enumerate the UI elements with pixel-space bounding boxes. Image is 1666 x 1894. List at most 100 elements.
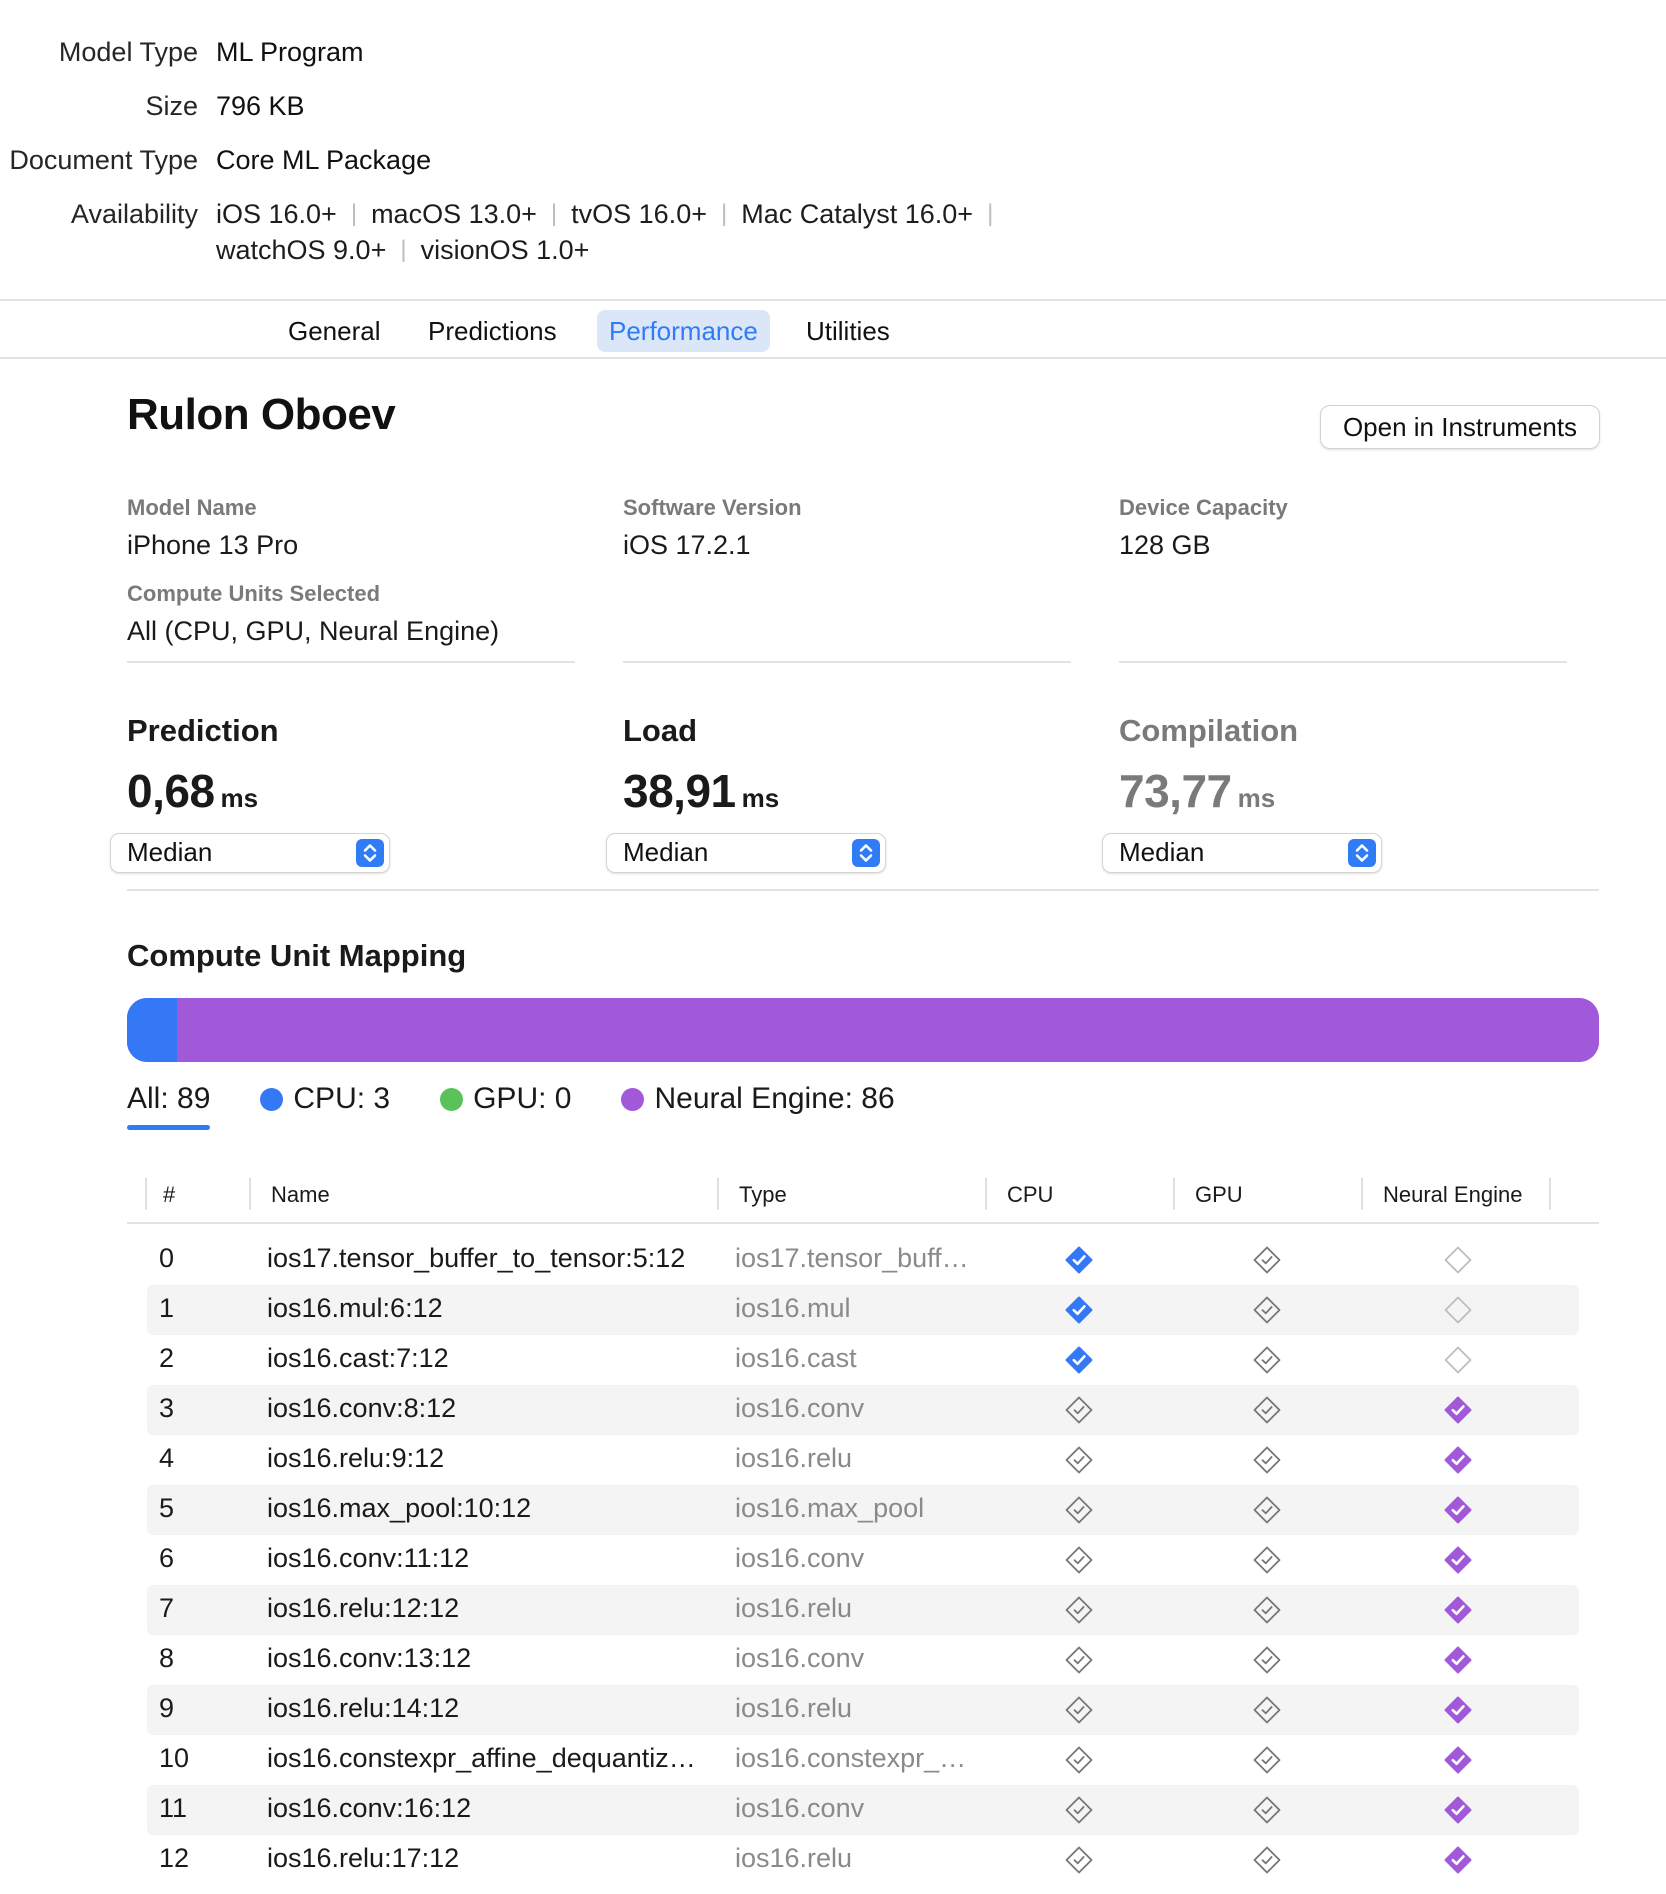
table-header-divider — [127, 1222, 1599, 1224]
separator: | — [550, 200, 558, 227]
row-name: ios16.conv:11:12 — [267, 1543, 470, 1573]
gpu-supported-diamond-icon — [1252, 1595, 1282, 1625]
table-row[interactable]: 7 ios16.relu:12:12 ios16.relu — [147, 1585, 1579, 1635]
gpu-supported-diamond-icon — [1252, 1245, 1282, 1275]
software-version-label: Software Version — [623, 495, 802, 520]
gpu-supported-diamond-icon — [1252, 1845, 1282, 1875]
table-row[interactable]: 10 ios16.constexpr_affine_dequantiz… ios16… — [147, 1735, 1579, 1785]
cpu-supported-diamond-icon — [1064, 1595, 1094, 1625]
cpu-supported-diamond-icon — [1064, 1395, 1094, 1425]
table-row[interactable]: 8 ios16.conv:13:12 ios16.conv — [147, 1635, 1579, 1685]
page-title: Rulon Oboev — [127, 390, 396, 439]
row-type: ios16.relu — [735, 1443, 853, 1473]
row-name: ios16.conv:13:12 — [267, 1643, 472, 1673]
row-name: ios16.constexpr_affine_dequantiz… — [267, 1743, 696, 1773]
filter-gpu-label: GPU: 0 — [473, 1082, 572, 1115]
column-header-name[interactable]: Name — [271, 1182, 330, 1208]
cpu-segment — [127, 998, 177, 1062]
row-type: ios16.cast — [735, 1343, 857, 1373]
row-name: ios16.relu:9:12 — [267, 1443, 445, 1473]
filter-neural-engine[interactable]: Neural Engine: 86 — [621, 1082, 895, 1116]
column-header-cpu[interactable]: CPU — [1007, 1182, 1053, 1208]
column-header-type[interactable]: Type — [739, 1182, 787, 1208]
column-header-index[interactable]: # — [163, 1182, 175, 1208]
filter-gpu[interactable]: GPU: 0 — [440, 1082, 571, 1116]
column-separator — [985, 1178, 987, 1210]
compilation-number: 73,77 — [1119, 765, 1232, 817]
row-index: 1 — [159, 1293, 175, 1323]
document-type-row: Document Type Core ML Package — [0, 142, 431, 178]
tab-general[interactable]: General — [276, 310, 393, 352]
row-name: ios16.cast:7:12 — [267, 1343, 449, 1373]
load-number: 38,91 — [623, 765, 736, 817]
row-type: ios16.max_pool — [735, 1493, 925, 1523]
model-name-value: iPhone 13 Pro — [127, 530, 299, 560]
gpu-dot-icon — [440, 1087, 464, 1111]
size-label: Size — [145, 91, 198, 121]
separator: | — [400, 236, 407, 263]
compute-unit-legend: All: 89 CPU: 3 GPU: 0 Neural Engine: 86 — [127, 1082, 945, 1130]
table-row[interactable]: 2 ios16.cast:7:12 ios16.cast — [147, 1335, 1579, 1385]
compute-units-label: Compute Units Selected — [127, 581, 381, 606]
prediction-number: 0,68 — [127, 765, 215, 817]
filter-neural-engine-label: Neural Engine: 86 — [654, 1082, 895, 1115]
chevron-up-down-icon — [852, 839, 880, 867]
platform-visionos: visionOS 1.0+ — [420, 235, 590, 265]
table-row[interactable]: 1 ios16.mul:6:12 ios16.mul — [147, 1285, 1579, 1335]
row-name: ios16.conv:8:12 — [267, 1393, 457, 1423]
column-header-neural-engine[interactable]: Neural Engine — [1383, 1182, 1522, 1208]
cpu-supported-diamond-icon — [1064, 1545, 1094, 1575]
open-in-instruments-button[interactable]: Open in Instruments — [1320, 405, 1600, 449]
prediction-stat-select[interactable]: Median — [110, 833, 390, 873]
filter-cpu-label: CPU: 3 — [293, 1082, 391, 1115]
row-name: ios17.tensor_buffer_to_tensor:5:12 — [267, 1243, 686, 1273]
neural-engine-selected-diamond-icon — [1443, 1845, 1473, 1875]
compilation-stat-select[interactable]: Median — [1102, 833, 1382, 873]
tab-utilities[interactable]: Utilities — [794, 310, 902, 352]
row-index: 0 — [159, 1243, 175, 1273]
column-separator — [1173, 1178, 1175, 1210]
row-name: ios16.conv:16:12 — [267, 1793, 472, 1823]
filter-cpu[interactable]: CPU: 3 — [260, 1082, 390, 1116]
column-separator — [717, 1178, 719, 1210]
neural-engine-unsupported-diamond-icon — [1443, 1345, 1473, 1375]
table-row[interactable]: 11 ios16.conv:16:12 ios16.conv — [147, 1785, 1579, 1835]
table-row[interactable]: 0 ios17.tensor_buffer_to_tensor:5:12 ios17… — [147, 1235, 1579, 1285]
row-name: ios16.max_pool:10:12 — [267, 1493, 532, 1523]
column-separator — [1549, 1178, 1551, 1210]
table-row[interactable]: 9 ios16.relu:14:12 ios16.relu — [147, 1685, 1579, 1735]
row-name: ios16.relu:14:12 — [267, 1693, 460, 1723]
tab-bar: General Predictions Performance Utilitie… — [0, 300, 1666, 360]
software-version-value: iOS 17.2.1 — [623, 530, 751, 560]
device-capacity-value: 128 GB — [1119, 530, 1211, 560]
table-row[interactable]: 4 ios16.relu:9:12 ios16.relu — [147, 1435, 1579, 1485]
document-type-value: Core ML Package — [216, 145, 432, 175]
row-index: 3 — [159, 1393, 175, 1423]
size-row: Size 796 KB — [0, 88, 304, 124]
column-separator — [1361, 1178, 1363, 1210]
row-type: ios16.conv — [735, 1543, 865, 1573]
gpu-supported-diamond-icon — [1252, 1445, 1282, 1475]
table-row[interactable]: 5 ios16.max_pool:10:12 ios16.max_pool — [147, 1485, 1579, 1535]
load-title: Load — [623, 713, 698, 748]
row-index: 10 — [159, 1743, 190, 1773]
tab-predictions[interactable]: Predictions — [416, 310, 569, 352]
gpu-supported-diamond-icon — [1252, 1795, 1282, 1825]
column-header-gpu[interactable]: GPU — [1195, 1182, 1243, 1208]
tab-performance[interactable]: Performance — [597, 310, 770, 352]
row-name: ios16.mul:6:12 — [267, 1293, 443, 1323]
table-row[interactable]: 3 ios16.conv:8:12 ios16.conv — [147, 1385, 1579, 1435]
gpu-supported-diamond-icon — [1252, 1695, 1282, 1725]
neural-engine-selected-diamond-icon — [1443, 1695, 1473, 1725]
prediction-value: 0,68 ms — [127, 764, 258, 818]
availability-list: iOS 16.0+ | macOS 13.0+ | tvOS 16.0+ | Mac … — [216, 196, 1016, 268]
row-type: ios16.conv — [735, 1643, 865, 1673]
gpu-supported-diamond-icon — [1252, 1295, 1282, 1325]
table-row[interactable]: 6 ios16.conv:11:12 ios16.conv — [147, 1535, 1579, 1585]
compute-units-value: All (CPU, GPU, Neural Engine) — [127, 616, 500, 646]
row-type: ios16.mul — [735, 1293, 851, 1323]
filter-all[interactable]: All: 89 — [127, 1082, 211, 1130]
neural-engine-selected-diamond-icon — [1443, 1745, 1473, 1775]
load-stat-select[interactable]: Median — [606, 833, 886, 873]
table-row[interactable]: 12 ios16.relu:17:12 ios16.relu — [147, 1835, 1579, 1885]
